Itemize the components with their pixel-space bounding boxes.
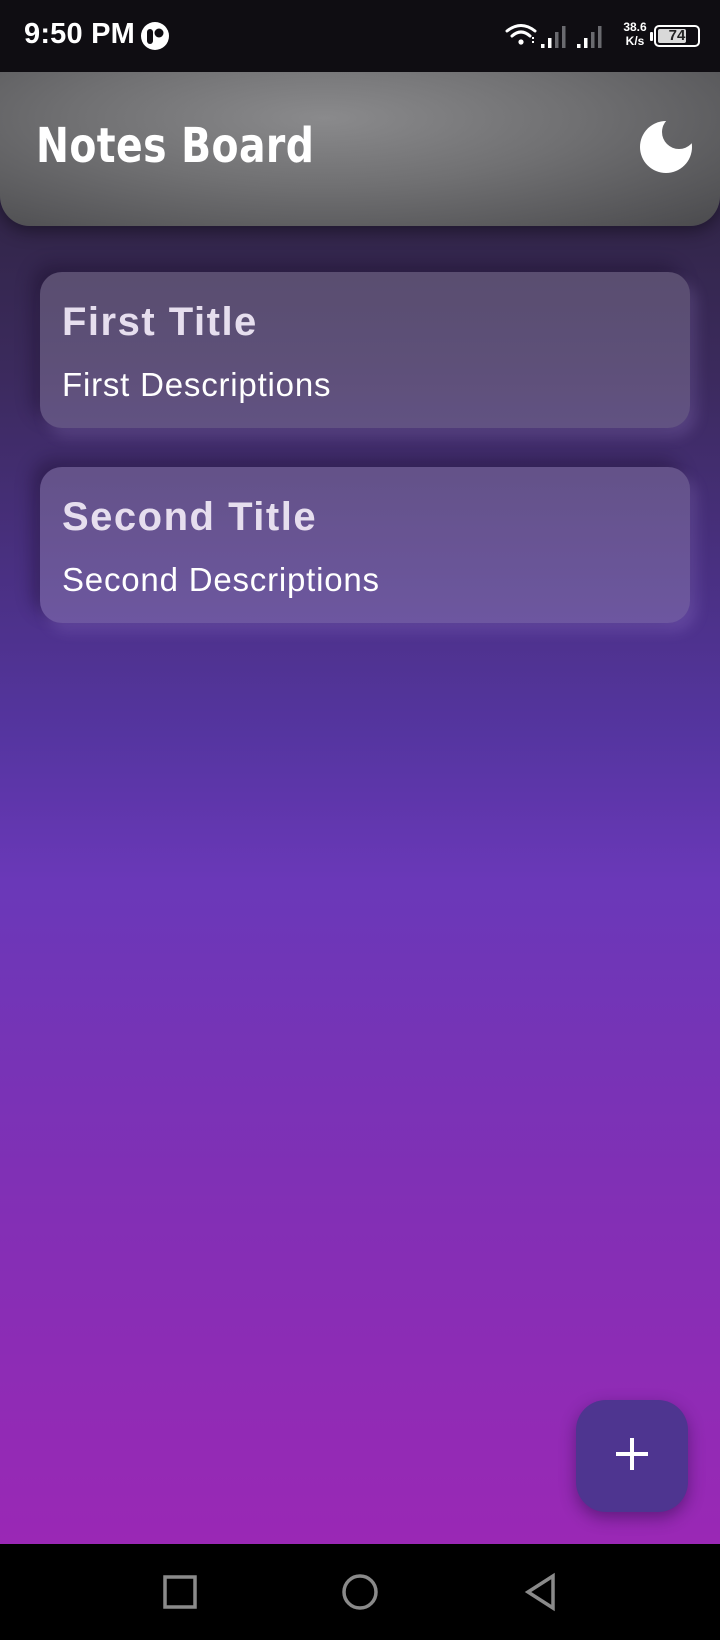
note-card[interactable]: First Title First Descriptions xyxy=(40,272,690,428)
moon-icon xyxy=(636,121,696,181)
navigation-bar xyxy=(0,1544,720,1640)
app-title: Notes Board xyxy=(36,118,315,174)
theme-toggle-button[interactable] xyxy=(636,117,696,177)
battery-level: 74 xyxy=(668,27,686,44)
signal-icon xyxy=(541,24,573,55)
back-button[interactable] xyxy=(520,1572,560,1612)
net-speed: 38.6 K/s xyxy=(615,20,655,48)
status-bar: 9:50 PM 38.6 K/s 74 xyxy=(0,0,720,72)
messaging-app-icon xyxy=(140,21,170,51)
note-card[interactable]: Second Title Second Descriptions xyxy=(40,467,690,623)
app-header: Notes Board xyxy=(0,72,720,226)
battery-tip xyxy=(650,32,653,41)
note-title: First Title xyxy=(62,300,258,344)
plus-icon xyxy=(612,1434,652,1479)
app-screen: First Title First Descriptions Second Ti… xyxy=(0,72,720,1544)
note-description: First Descriptions xyxy=(62,366,332,403)
net-speed-unit: K/s xyxy=(625,34,645,48)
status-time: 9:50 PM xyxy=(24,18,135,50)
status-indicators: 38.6 K/s 74 xyxy=(505,20,705,54)
recents-button[interactable] xyxy=(160,1572,200,1612)
note-title: Second Title xyxy=(62,495,318,539)
home-button[interactable] xyxy=(340,1572,380,1612)
note-description: Second Descriptions xyxy=(62,561,380,598)
signal-icon xyxy=(577,24,609,55)
battery-icon: 74 xyxy=(654,25,700,47)
add-note-button[interactable] xyxy=(576,1400,688,1512)
wifi-icon xyxy=(505,22,537,53)
net-speed-value: 38.6 xyxy=(623,20,647,34)
